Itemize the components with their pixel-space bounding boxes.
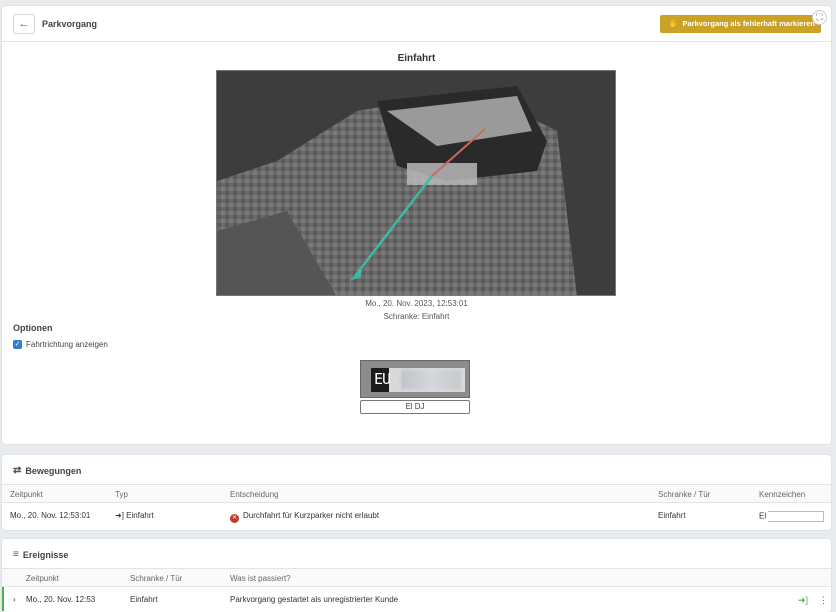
expand-icon[interactable]: ⛶ <box>812 10 827 25</box>
more-vertical-icon[interactable]: ⋮ <box>819 595 828 606</box>
options-title: Optionen <box>13 323 53 333</box>
row-decision: ✕ Durchfahrt für Kurzparker nicht erlaubt <box>230 511 380 523</box>
plate-redacted <box>768 511 825 522</box>
deny-icon: ✕ <box>230 514 239 523</box>
checkbox-checked-icon[interactable]: ✓ <box>13 340 22 349</box>
row-barrier: Einfahrt <box>658 511 686 520</box>
row-time: Mo., 20. Nov. 12:53 <box>26 595 96 604</box>
row-barrier: Einfahrt <box>130 595 158 604</box>
events-card: ≡ Ereignisse Zeitpunkt Schranke / Tür Wa… <box>2 539 831 612</box>
col-what[interactable]: Was ist passiert? <box>230 574 291 583</box>
movements-table-header: Zeitpunkt Typ Entscheidung Schranke / Tü… <box>2 484 831 503</box>
swap-arrows-icon: ⇄ <box>13 465 22 476</box>
movements-card: ⇄ Bewegungen Zeitpunkt Typ Entscheidung … <box>2 455 831 530</box>
chevron-right-icon[interactable]: › <box>13 595 16 604</box>
events-header: ≡ Ereignisse <box>13 549 68 560</box>
col-barrier[interactable]: Schranke / Tür <box>130 574 182 583</box>
show-direction-label: Fahrtrichtung anzeigen <box>26 340 108 349</box>
handshake-icon: ✋ <box>668 19 679 28</box>
col-type[interactable]: Typ <box>115 490 128 499</box>
back-button[interactable]: ← <box>13 14 35 34</box>
plate-blurred <box>401 370 461 389</box>
camera-snapshot-svg <box>217 71 615 295</box>
movements-title: Bewegungen <box>25 465 82 476</box>
plate-image-text: EU <box>374 370 391 388</box>
snapshot-barrier: Schranke: Einfahrt <box>383 312 450 321</box>
enter-icon: ➜] <box>115 511 124 520</box>
snapshot-date: Mo., 20. Nov. 2023, 12:53:01 <box>365 299 468 308</box>
col-time[interactable]: Zeitpunkt <box>26 574 59 583</box>
show-direction-checkbox[interactable]: ✓ Fahrtrichtung anzeigen <box>13 340 108 349</box>
page-header: ← Parkvorgang ✋ Parkvorgang als fehlerhaf… <box>2 6 831 42</box>
parking-process-card: ← Parkvorgang ✋ Parkvorgang als fehlerhaf… <box>2 6 831 444</box>
table-row[interactable]: Mo., 20. Nov. 12:53:01 ➜] Einfahrt ✕ Durc… <box>2 503 831 527</box>
col-decision[interactable]: Entscheidung <box>230 490 278 499</box>
row-what: Parkvorgang gestartet als unregistrierte… <box>230 595 399 604</box>
row-type: ➜] Einfahrt <box>115 511 154 520</box>
table-row[interactable]: › Mo., 20. Nov. 12:53 Einfahrt Parkvorga… <box>2 587 831 611</box>
arrow-left-icon: ← <box>18 18 30 30</box>
mark-faulty-label: Parkvorgang als fehlerhaft markieren <box>682 19 815 28</box>
row-plate: El <box>759 511 825 522</box>
events-title: Ereignisse <box>22 549 69 560</box>
plate-input[interactable]: El DJ <box>360 400 470 414</box>
events-table-header: Zeitpunkt Schranke / Tür Was ist passier… <box>2 568 831 587</box>
mark-faulty-button[interactable]: ✋ Parkvorgang als fehlerhaft markieren <box>660 15 821 33</box>
list-icon: ≡ <box>13 549 19 560</box>
col-time[interactable]: Zeitpunkt <box>10 490 43 499</box>
row-time: Mo., 20. Nov. 12:53:01 <box>10 511 91 520</box>
page-title: Parkvorgang <box>42 19 98 29</box>
col-plate[interactable]: Kennzeichen <box>759 490 805 499</box>
entry-title: Einfahrt <box>397 53 436 64</box>
plate-image: EU <box>360 360 470 398</box>
col-barrier[interactable]: Schranke / Tür <box>658 490 710 499</box>
camera-snapshot <box>216 70 616 296</box>
movements-header: ⇄ Bewegungen <box>13 465 81 476</box>
enter-icon: ➜] <box>798 595 809 605</box>
